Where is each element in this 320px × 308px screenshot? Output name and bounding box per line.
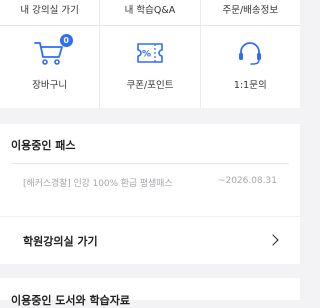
- cart-label: 장바구니: [32, 80, 68, 91]
- pass-section-title: 이용중인 패스: [11, 139, 76, 152]
- academy-classroom-link[interactable]: 학원강의실 가기: [0, 216, 300, 264]
- pass-expiry-date: ~2026.08.31: [217, 176, 277, 186]
- order-shipping-link[interactable]: 주문/배송정보: [201, 0, 300, 25]
- my-classroom-link[interactable]: 내 강의실 가기: [0, 0, 101, 25]
- books-section-title: 이용중인 도서와 학습자료: [11, 294, 130, 307]
- inquiry-menu-item[interactable]: 1:1문의: [201, 26, 300, 108]
- books-materials-section: 이용중인 도서와 학습자료: [0, 278, 300, 307]
- inquiry-label: 1:1문의: [233, 80, 267, 91]
- svg-text:%: %: [142, 50, 151, 60]
- cart-count-badge: 0: [59, 34, 73, 47]
- coupon-icon: %: [133, 38, 167, 68]
- academy-classroom-label: 학원강의실 가기: [23, 235, 98, 248]
- active-pass-section: 이용중인 패스 [해커스경찰] 인강 100% 환급 평생패스 ~2026.08…: [0, 124, 300, 216]
- cart-icon: 0: [33, 34, 73, 68]
- pass-divider: [11, 163, 289, 164]
- my-qna-link[interactable]: 내 학습Q&A: [100, 0, 201, 25]
- headset-icon: [233, 38, 267, 68]
- coupon-label: 쿠폰/포인트: [126, 80, 174, 91]
- chevron-right-icon: [267, 234, 279, 246]
- pass-name[interactable]: [해커스경찰] 인강 100% 환급 평생패스: [23, 176, 173, 189]
- text-menu-row: 내 강의실 가기 내 학습Q&A 주문/배송정보: [0, 0, 300, 25]
- icon-menu-row: 0 장바구니 % 쿠폰/포인트 1:1문의: [0, 26, 300, 108]
- cart-menu-item[interactable]: 0 장바구니: [0, 26, 101, 108]
- quick-menu-card: 내 강의실 가기 내 학습Q&A 주문/배송정보 0 장바구니 % 쿠폰/포인트…: [0, 0, 300, 108]
- coupon-menu-item[interactable]: % 쿠폰/포인트: [100, 26, 201, 108]
